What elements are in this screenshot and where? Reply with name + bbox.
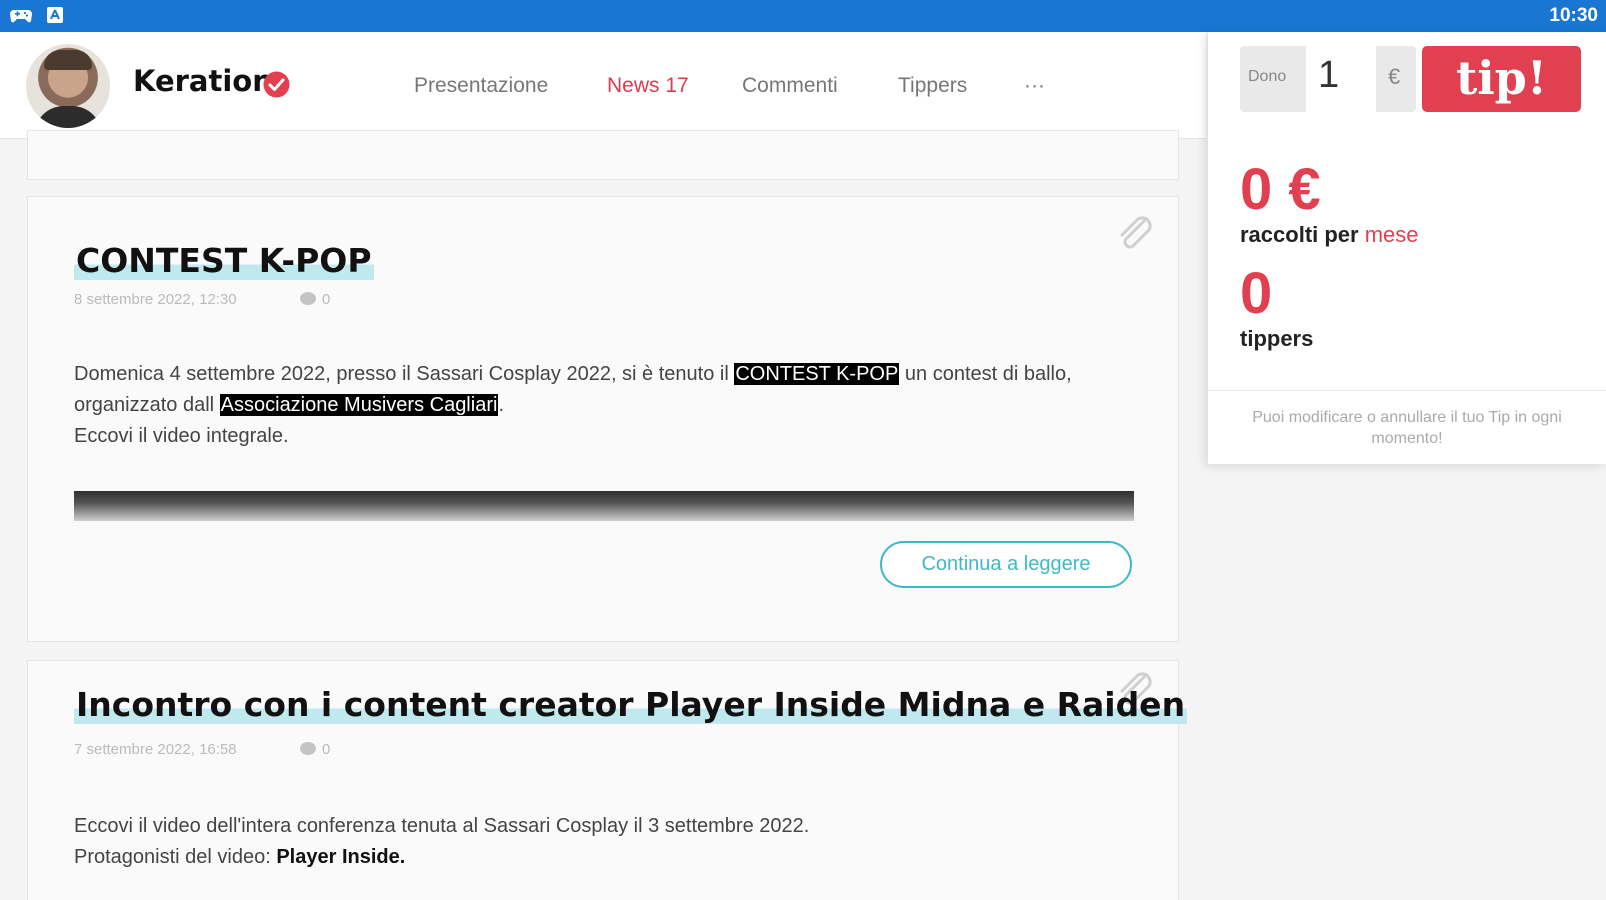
more-tabs-button[interactable]: ··· — [1024, 74, 1045, 98]
tip-amount-box: Dono 1 € — [1240, 46, 1416, 112]
collected-label: raccolti per mese — [1240, 222, 1419, 248]
post-card-previous — [27, 130, 1179, 180]
post-body: Eccovi il video dell'intera conferenza t… — [74, 815, 810, 868]
tippers-label: tippers — [1240, 326, 1314, 351]
creator-name: Keration — [133, 64, 273, 98]
tab-tippers[interactable]: Tippers — [898, 74, 967, 98]
tab-commenti[interactable]: Commenti — [742, 74, 838, 98]
currency-label: € — [1388, 64, 1401, 89]
tab-news[interactable]: News 17 — [607, 74, 689, 98]
read-more-button[interactable]: Continua a leggere — [880, 541, 1132, 588]
post-date: 8 settembre 2022, 12:30 — [74, 291, 237, 308]
creator-header: Keration Presentazione News 17 Commenti … — [0, 32, 1206, 139]
tippers-count: 0 — [1240, 261, 1273, 326]
highlight-text: Associazione Musivers Cagliari — [219, 394, 499, 416]
highlight-text: CONTEST K-POP — [734, 363, 900, 385]
tip-button[interactable]: tip! — [1422, 46, 1581, 112]
comment-count[interactable]: 0 — [300, 741, 330, 758]
post-card: CONTEST K-POP 8 settembre 2022, 12:30 0 … — [27, 196, 1179, 642]
comment-count[interactable]: 0 — [300, 291, 330, 308]
tab-presentazione[interactable]: Presentazione — [414, 74, 548, 98]
clock: 10:30 — [1549, 5, 1598, 26]
tip-note: Puoi modificare o annullare il tuo Tip i… — [1252, 409, 1562, 447]
dono-label: Dono — [1248, 68, 1287, 85]
collected-period[interactable]: mese — [1365, 222, 1419, 247]
gamepad-icon — [10, 10, 32, 23]
status-bar: 10:30 — [0, 0, 1606, 32]
post-title[interactable]: CONTEST K-POP — [74, 241, 374, 280]
post-title[interactable]: Incontro con i content creator Player In… — [74, 685, 1188, 724]
post-body: Domenica 4 settembre 2022, presso il Sas… — [74, 363, 1072, 447]
tip-panel: Dono 1 € tip! 0 € raccolti per mese 0 ti… — [1208, 32, 1606, 464]
post-card: Incontro con i content creator Player In… — [27, 660, 1188, 900]
video-embed[interactable] — [74, 491, 1134, 521]
collected-text: raccolti per — [1240, 222, 1359, 247]
avatar[interactable] — [26, 44, 110, 128]
divider — [1208, 390, 1606, 391]
post-date: 7 settembre 2022, 16:58 — [74, 741, 237, 758]
paperclip-icon — [1120, 216, 1152, 249]
collected-amount: 0 € — [1240, 157, 1321, 222]
tip-amount-input[interactable]: 1 — [1306, 46, 1376, 112]
verified-icon — [263, 71, 290, 98]
app-store-icon — [47, 7, 63, 23]
comment-icon — [300, 292, 316, 305]
comment-icon — [300, 742, 316, 755]
